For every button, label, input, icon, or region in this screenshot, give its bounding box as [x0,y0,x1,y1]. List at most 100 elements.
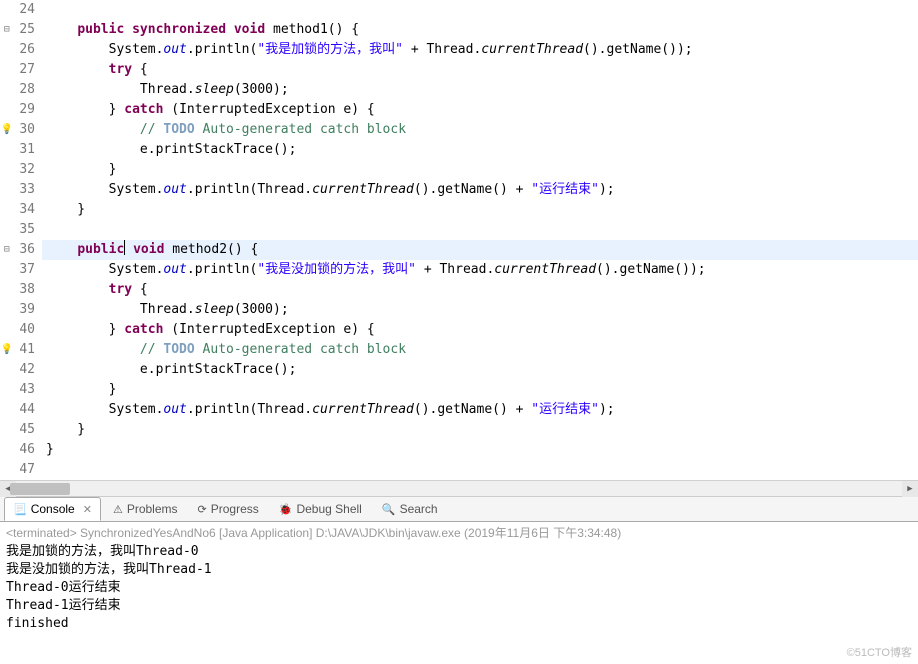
gutter[interactable]: 28 [0,80,42,100]
console-view[interactable]: <terminated> SynchronizedYesAndNo6 [Java… [0,522,918,635]
code-line[interactable]: 35 [0,220,918,240]
gutter[interactable]: 47 [0,460,42,480]
gutter[interactable]: 37 [0,260,42,280]
gutter[interactable]: 34 [0,200,42,220]
code-content[interactable]: System.out.println(Thread.currentThread(… [42,180,615,200]
gutter[interactable]: ⊟25 [0,20,42,40]
horizontal-scrollbar[interactable]: ◀ ▶ [0,480,918,496]
code-line[interactable]: 45 } [0,420,918,440]
fold-icon[interactable]: ⊟ [0,240,14,260]
close-icon[interactable]: ✕ [83,503,92,516]
gutter[interactable]: 40 [0,320,42,340]
code-line[interactable]: 33 System.out.println(Thread.currentThre… [0,180,918,200]
code-line[interactable]: ⊟25 public synchronized void method1() { [0,20,918,40]
code-line[interactable]: 44 System.out.println(Thread.currentThre… [0,400,918,420]
gutter[interactable]: 29 [0,100,42,120]
code-line[interactable]: ⊟36 public void method2() { [0,240,918,260]
code-content[interactable]: Thread.sleep(3000); [42,80,289,100]
code-content[interactable]: try { [42,280,148,300]
token-field: out [163,262,186,277]
gutter[interactable]: 46 [0,440,42,460]
quickfix-icon[interactable]: 💡 [0,340,14,360]
quickfix-icon[interactable]: 💡 [0,120,14,140]
code-line[interactable]: 💡30 // TODO Auto-generated catch block [0,120,918,140]
tab-problems[interactable]: ⚠Problems [105,497,186,521]
code-content[interactable]: // TODO Auto-generated catch block [42,120,406,140]
code-line[interactable]: 27 try { [0,60,918,80]
code-line[interactable]: 32 } [0,160,918,180]
scrollbar-thumb[interactable] [10,483,70,495]
code-content[interactable]: } catch (InterruptedException e) { [42,100,375,120]
marker-empty [0,320,14,340]
code-line[interactable]: 43 } [0,380,918,400]
code-content[interactable]: } [42,160,116,180]
code-content[interactable]: System.out.println("我是加锁的方法，我叫" + Thread… [42,40,693,60]
gutter[interactable]: 33 [0,180,42,200]
code-content[interactable]: e.printStackTrace(); [42,360,296,380]
console-line: 我是加锁的方法，我叫Thread-0 [6,543,912,561]
code-content[interactable]: // TODO Auto-generated catch block [42,340,406,360]
code-content[interactable] [42,220,77,240]
tab-console[interactable]: 📃Console✕ [4,497,101,521]
code-line[interactable]: 42 e.printStackTrace(); [0,360,918,380]
code-line[interactable]: 29 } catch (InterruptedException e) { [0,100,918,120]
code-line[interactable]: 31 e.printStackTrace(); [0,140,918,160]
marker-empty [0,200,14,220]
code-line[interactable]: 37 System.out.println("我是没加锁的方法，我叫" + Th… [0,260,918,280]
code-line[interactable]: 38 try { [0,280,918,300]
scroll-right-arrow[interactable]: ▶ [902,481,918,497]
code-line[interactable]: 34 } [0,200,918,220]
token-text [124,22,132,37]
gutter[interactable]: 26 [0,40,42,60]
code-editor[interactable]: 24 ⊟25 public synchronized void method1(… [0,0,918,480]
token-text: } [46,382,116,397]
code-content[interactable]: } [42,420,85,440]
code-content[interactable]: } [42,440,54,460]
code-line[interactable]: 39 Thread.sleep(3000); [0,300,918,320]
token-text [46,122,140,137]
token-text: e.printStackTrace(); [46,142,296,157]
gutter[interactable]: 44 [0,400,42,420]
code-line[interactable]: 24 [0,0,918,20]
code-content[interactable]: try { [42,60,148,80]
code-content[interactable]: } catch (InterruptedException e) { [42,320,375,340]
gutter[interactable]: 31 [0,140,42,160]
gutter[interactable]: 27 [0,60,42,80]
code-line[interactable]: 40 } catch (InterruptedException e) { [0,320,918,340]
token-kw: try [109,62,132,77]
code-line[interactable]: 28 Thread.sleep(3000); [0,80,918,100]
gutter[interactable]: 35 [0,220,42,240]
token-text: } [46,442,54,457]
gutter[interactable]: 💡30 [0,120,42,140]
gutter[interactable]: 32 [0,160,42,180]
gutter[interactable]: 24 [0,0,42,20]
code-line[interactable]: 26 System.out.println("我是加锁的方法，我叫" + Thr… [0,40,918,60]
gutter[interactable]: 43 [0,380,42,400]
gutter[interactable]: 39 [0,300,42,320]
tab-progress[interactable]: ⟳Progress [190,497,267,521]
code-content[interactable] [42,460,46,480]
code-content[interactable]: public void method2() { [42,240,258,260]
code-line[interactable]: 💡41 // TODO Auto-generated catch block [0,340,918,360]
token-comment: Auto-generated catch block [195,342,406,357]
code-content[interactable]: } [42,200,85,220]
code-content[interactable]: } [42,380,116,400]
marker-empty [0,420,14,440]
code-content[interactable]: System.out.println(Thread.currentThread(… [42,400,615,420]
code-content[interactable] [42,0,77,20]
code-line[interactable]: 47 [0,460,918,480]
gutter[interactable]: ⊟36 [0,240,42,260]
tab-search[interactable]: 🔍Search [374,497,446,521]
code-content[interactable]: public synchronized void method1() { [42,20,359,40]
tab-debug-shell[interactable]: 🐞Debug Shell [271,497,370,521]
fold-icon[interactable]: ⊟ [0,20,14,40]
gutter[interactable]: 💡41 [0,340,42,360]
gutter[interactable]: 45 [0,420,42,440]
code-content[interactable]: Thread.sleep(3000); [42,300,289,320]
gutter[interactable]: 38 [0,280,42,300]
code-content[interactable]: System.out.println("我是没加锁的方法，我叫" + Threa… [42,260,706,280]
code-line[interactable]: 46} [0,440,918,460]
token-text: + Thread. [403,42,481,57]
gutter[interactable]: 42 [0,360,42,380]
code-content[interactable]: e.printStackTrace(); [42,140,296,160]
